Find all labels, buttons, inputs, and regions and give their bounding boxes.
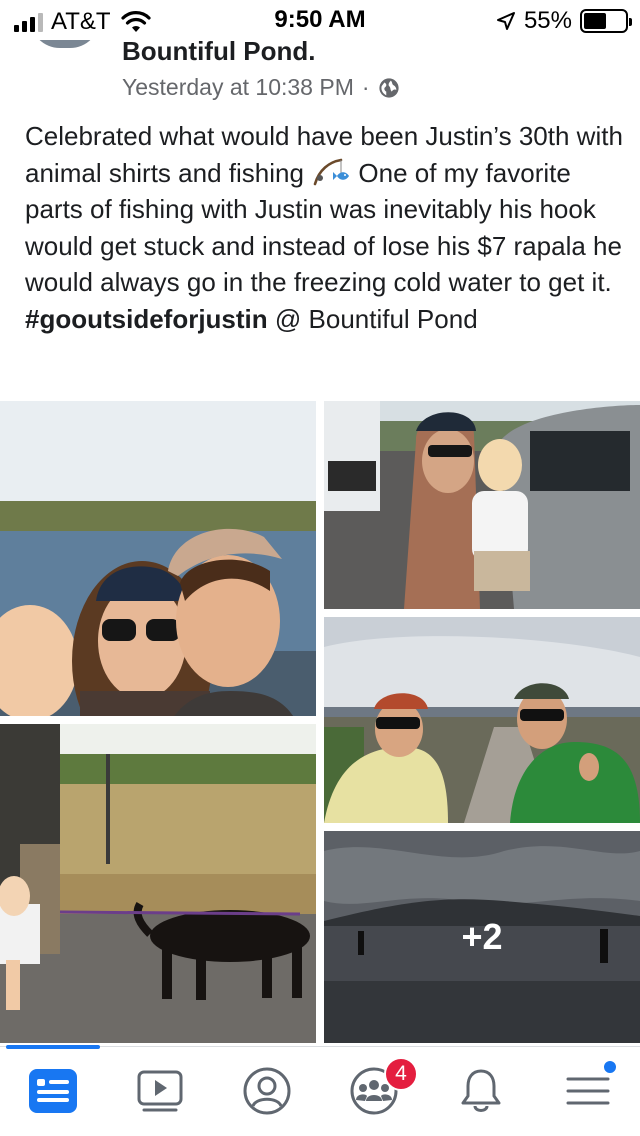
- hashtag-link[interactable]: #gooutsideforjustin: [25, 304, 268, 334]
- location-link[interactable]: @ Bountiful Pond: [275, 304, 478, 334]
- post-author[interactable]: Bountiful Pond.: [122, 36, 316, 67]
- groups-badge: 4: [384, 1057, 418, 1091]
- menu-notification-dot: [602, 1059, 618, 1075]
- photo-walking-dog[interactable]: [0, 724, 316, 1043]
- tab-profile[interactable]: [237, 1061, 297, 1121]
- post-text: Celebrated what would have been Justin’s…: [25, 118, 625, 337]
- post-timestamp[interactable]: Yesterday at 10:38 PM: [122, 74, 354, 101]
- status-bar: AT&T 9:50 AM 55%: [0, 0, 640, 40]
- active-tab-indicator: [6, 1045, 100, 1049]
- meta-separator: ·: [361, 74, 370, 100]
- bottom-tab-bar: 4: [0, 1045, 640, 1136]
- photo-two-guys[interactable]: [324, 617, 640, 823]
- tab-menu[interactable]: [558, 1059, 618, 1121]
- photo-selfie-pond[interactable]: [0, 401, 316, 716]
- profile-icon: [243, 1067, 291, 1115]
- tab-groups[interactable]: 4: [344, 1057, 418, 1121]
- news-feed-icon: [29, 1069, 77, 1113]
- post-meta: Yesterday at 10:38 PM ·: [122, 74, 400, 101]
- tab-notifications[interactable]: [451, 1061, 511, 1121]
- status-right: 55%: [496, 7, 632, 35]
- location-arrow-icon: [496, 12, 515, 30]
- watch-icon: [137, 1070, 183, 1112]
- battery-icon: [580, 9, 632, 33]
- fishing-rod-icon: [313, 158, 350, 185]
- photo-lake-more[interactable]: +2: [324, 831, 640, 1043]
- notifications-icon: [461, 1069, 501, 1112]
- globe-icon: [378, 77, 399, 98]
- photo-parking-lot[interactable]: [324, 401, 640, 609]
- battery-percent: 55%: [523, 7, 572, 34]
- more-photos-count[interactable]: +2: [324, 831, 640, 1043]
- tab-news-feed[interactable]: [23, 1061, 83, 1121]
- tab-watch[interactable]: [130, 1061, 190, 1121]
